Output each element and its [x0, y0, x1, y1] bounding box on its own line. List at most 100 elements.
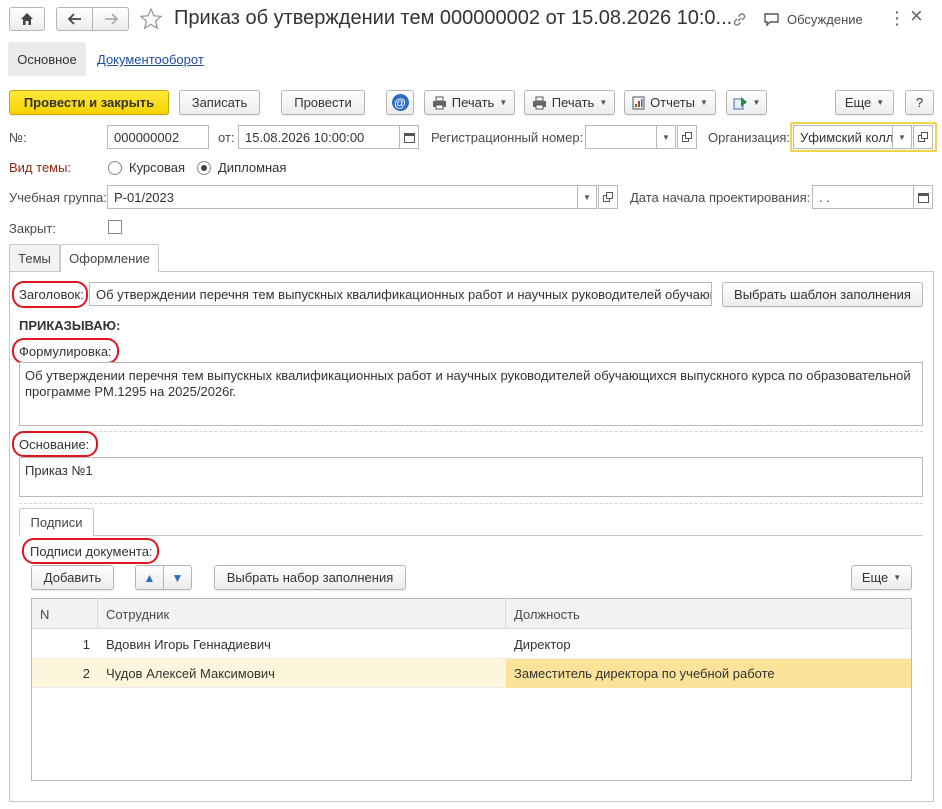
select-template-button[interactable]: Выбрать шаблон заполнения: [722, 282, 923, 307]
back-button[interactable]: [56, 7, 93, 31]
reg-number-open-button[interactable]: [677, 125, 697, 149]
print-button-1[interactable]: Печать ▼: [424, 90, 515, 115]
email-icon: @: [391, 94, 409, 111]
number-label: №:: [9, 130, 27, 145]
table-row[interactable]: 1 Вдовин Игорь Геннадиевич Директор: [32, 630, 911, 659]
select-fill-set-label: Выбрать набор заполнения: [226, 570, 394, 585]
tab-themes[interactable]: Темы: [9, 244, 60, 271]
study-group-open-button[interactable]: [598, 185, 618, 209]
chevron-down-icon: ▼: [898, 132, 906, 142]
study-group-dropdown-button[interactable]: ▼: [577, 185, 597, 209]
home-icon: [21, 13, 33, 25]
tab-design-label: Оформление: [69, 251, 150, 266]
organization-field[interactable]: Уфимский колл: [793, 125, 893, 149]
print-1-label: Печать: [451, 95, 495, 110]
nav-tab-docflow[interactable]: Документооборот: [97, 52, 204, 67]
chevron-down-icon: ▼: [499, 98, 508, 107]
home-button[interactable]: [9, 7, 45, 31]
post-button[interactable]: Провести: [281, 90, 365, 115]
topic-coursework-radio[interactable]: [108, 161, 122, 175]
closed-label: Закрыт:: [9, 221, 56, 236]
row-employee[interactable]: Вдовин Игорь Геннадиевич: [98, 630, 506, 659]
save-button[interactable]: Записать: [179, 90, 260, 115]
signatures-section-label: Подписи документа:: [30, 544, 153, 559]
column-header-position[interactable]: Должность: [506, 599, 911, 629]
topic-diploma-radio[interactable]: [197, 161, 211, 175]
more-menu-icon[interactable]: ⋮: [888, 8, 906, 29]
post-and-close-button[interactable]: Провести и закрыть: [9, 90, 169, 115]
arrow-up-icon: ▲: [143, 570, 156, 585]
row-employee[interactable]: Чудов Алексей Максимович: [98, 659, 506, 688]
organization-dropdown-button[interactable]: ▼: [892, 125, 912, 149]
create-based-on-icon: [733, 96, 747, 109]
closed-checkbox[interactable]: [108, 220, 122, 234]
select-fill-set-button[interactable]: Выбрать набор заполнения: [214, 565, 406, 590]
email-button[interactable]: @: [386, 90, 414, 115]
divider-1: [19, 431, 923, 432]
number-field[interactable]: 000000002: [107, 125, 209, 149]
organization-label: Организация:: [708, 130, 791, 145]
printer-icon: [532, 96, 546, 109]
topic-diploma-label[interactable]: Дипломная: [218, 160, 286, 175]
discussion-icon[interactable]: [763, 12, 780, 27]
open-form-icon: [603, 192, 613, 202]
chevron-down-icon: ▼: [662, 132, 670, 142]
topic-coursework-label[interactable]: Курсовая: [129, 160, 185, 175]
nav-tab-main[interactable]: Основное: [8, 42, 86, 76]
signatures-table: N Сотрудник Должность 1 Вдовин Игорь Ген…: [31, 598, 912, 781]
chevron-down-icon: ▼: [700, 98, 708, 107]
column-header-n[interactable]: N: [32, 599, 98, 629]
arrow-left-icon: [67, 13, 81, 25]
chevron-down-icon: ▼: [599, 98, 608, 107]
date-picker-button[interactable]: [399, 125, 419, 149]
post-and-close-label: Провести и закрыть: [23, 95, 155, 110]
star-icon[interactable]: [139, 7, 163, 31]
report-icon: [632, 96, 645, 109]
tab-design[interactable]: Оформление: [60, 244, 159, 272]
move-down-button[interactable]: ▼: [163, 565, 192, 590]
help-button[interactable]: ?: [905, 90, 934, 115]
order-caption: ПРИКАЗЫВАЮ:: [19, 318, 121, 333]
signatures-more-button[interactable]: Еще ▼: [851, 565, 912, 590]
add-signature-button[interactable]: Добавить: [31, 565, 114, 590]
reg-number-field[interactable]: [585, 125, 657, 149]
reports-button[interactable]: Отчеты ▼: [624, 90, 716, 115]
close-icon[interactable]: ×: [910, 3, 923, 29]
design-start-picker-button[interactable]: [913, 185, 933, 209]
nav-tab-main-label: Основное: [17, 51, 77, 67]
reg-number-label: Регистрационный номер:: [431, 130, 584, 145]
topic-type-label: Вид темы:: [9, 160, 72, 175]
study-group-field[interactable]: Р-01/2023: [107, 185, 578, 209]
discussion-link[interactable]: Обсуждение: [787, 12, 863, 27]
wording-label: Формулировка:: [19, 344, 112, 359]
forward-button[interactable]: [92, 7, 129, 31]
table-header: N Сотрудник Должность: [32, 599, 911, 629]
date-label: от:: [218, 130, 235, 145]
chevron-down-icon: ▼: [583, 192, 591, 202]
reports-label: Отчеты: [650, 95, 695, 110]
chevron-down-icon: ▼: [752, 98, 761, 107]
organization-open-button[interactable]: [913, 125, 933, 149]
table-row[interactable]: 2 Чудов Алексей Максимович Заместитель д…: [32, 659, 911, 688]
column-header-employee[interactable]: Сотрудник: [98, 599, 506, 629]
wording-textarea[interactable]: Об утверждении перечня тем выпускных ква…: [19, 362, 923, 426]
row-number: 2: [82, 666, 90, 681]
calendar-icon: [403, 132, 415, 143]
basis-textarea[interactable]: Приказ №1: [19, 457, 923, 497]
heading-field[interactable]: Об утверждении перечня тем выпускных ква…: [89, 282, 712, 306]
link-icon[interactable]: [731, 11, 748, 28]
add-signature-label: Добавить: [43, 570, 102, 585]
tab-signatures[interactable]: Подписи: [19, 508, 94, 536]
move-up-button[interactable]: ▲: [135, 565, 164, 590]
row-position[interactable]: Директор: [506, 630, 911, 659]
print-button-2[interactable]: Печать ▼: [524, 90, 615, 115]
row-position[interactable]: Заместитель директора по учебной работе: [506, 659, 911, 688]
create-based-on-button[interactable]: ▼: [726, 90, 767, 115]
date-field[interactable]: 15.08.2026 10:00:00: [238, 125, 400, 149]
more-button[interactable]: Еще ▼: [835, 90, 894, 115]
help-label: ?: [915, 95, 924, 110]
reg-number-dropdown-button[interactable]: ▼: [656, 125, 676, 149]
save-label: Записать: [191, 95, 248, 110]
signatures-more-label: Еще: [861, 570, 889, 585]
design-start-field[interactable]: . .: [812, 185, 914, 209]
